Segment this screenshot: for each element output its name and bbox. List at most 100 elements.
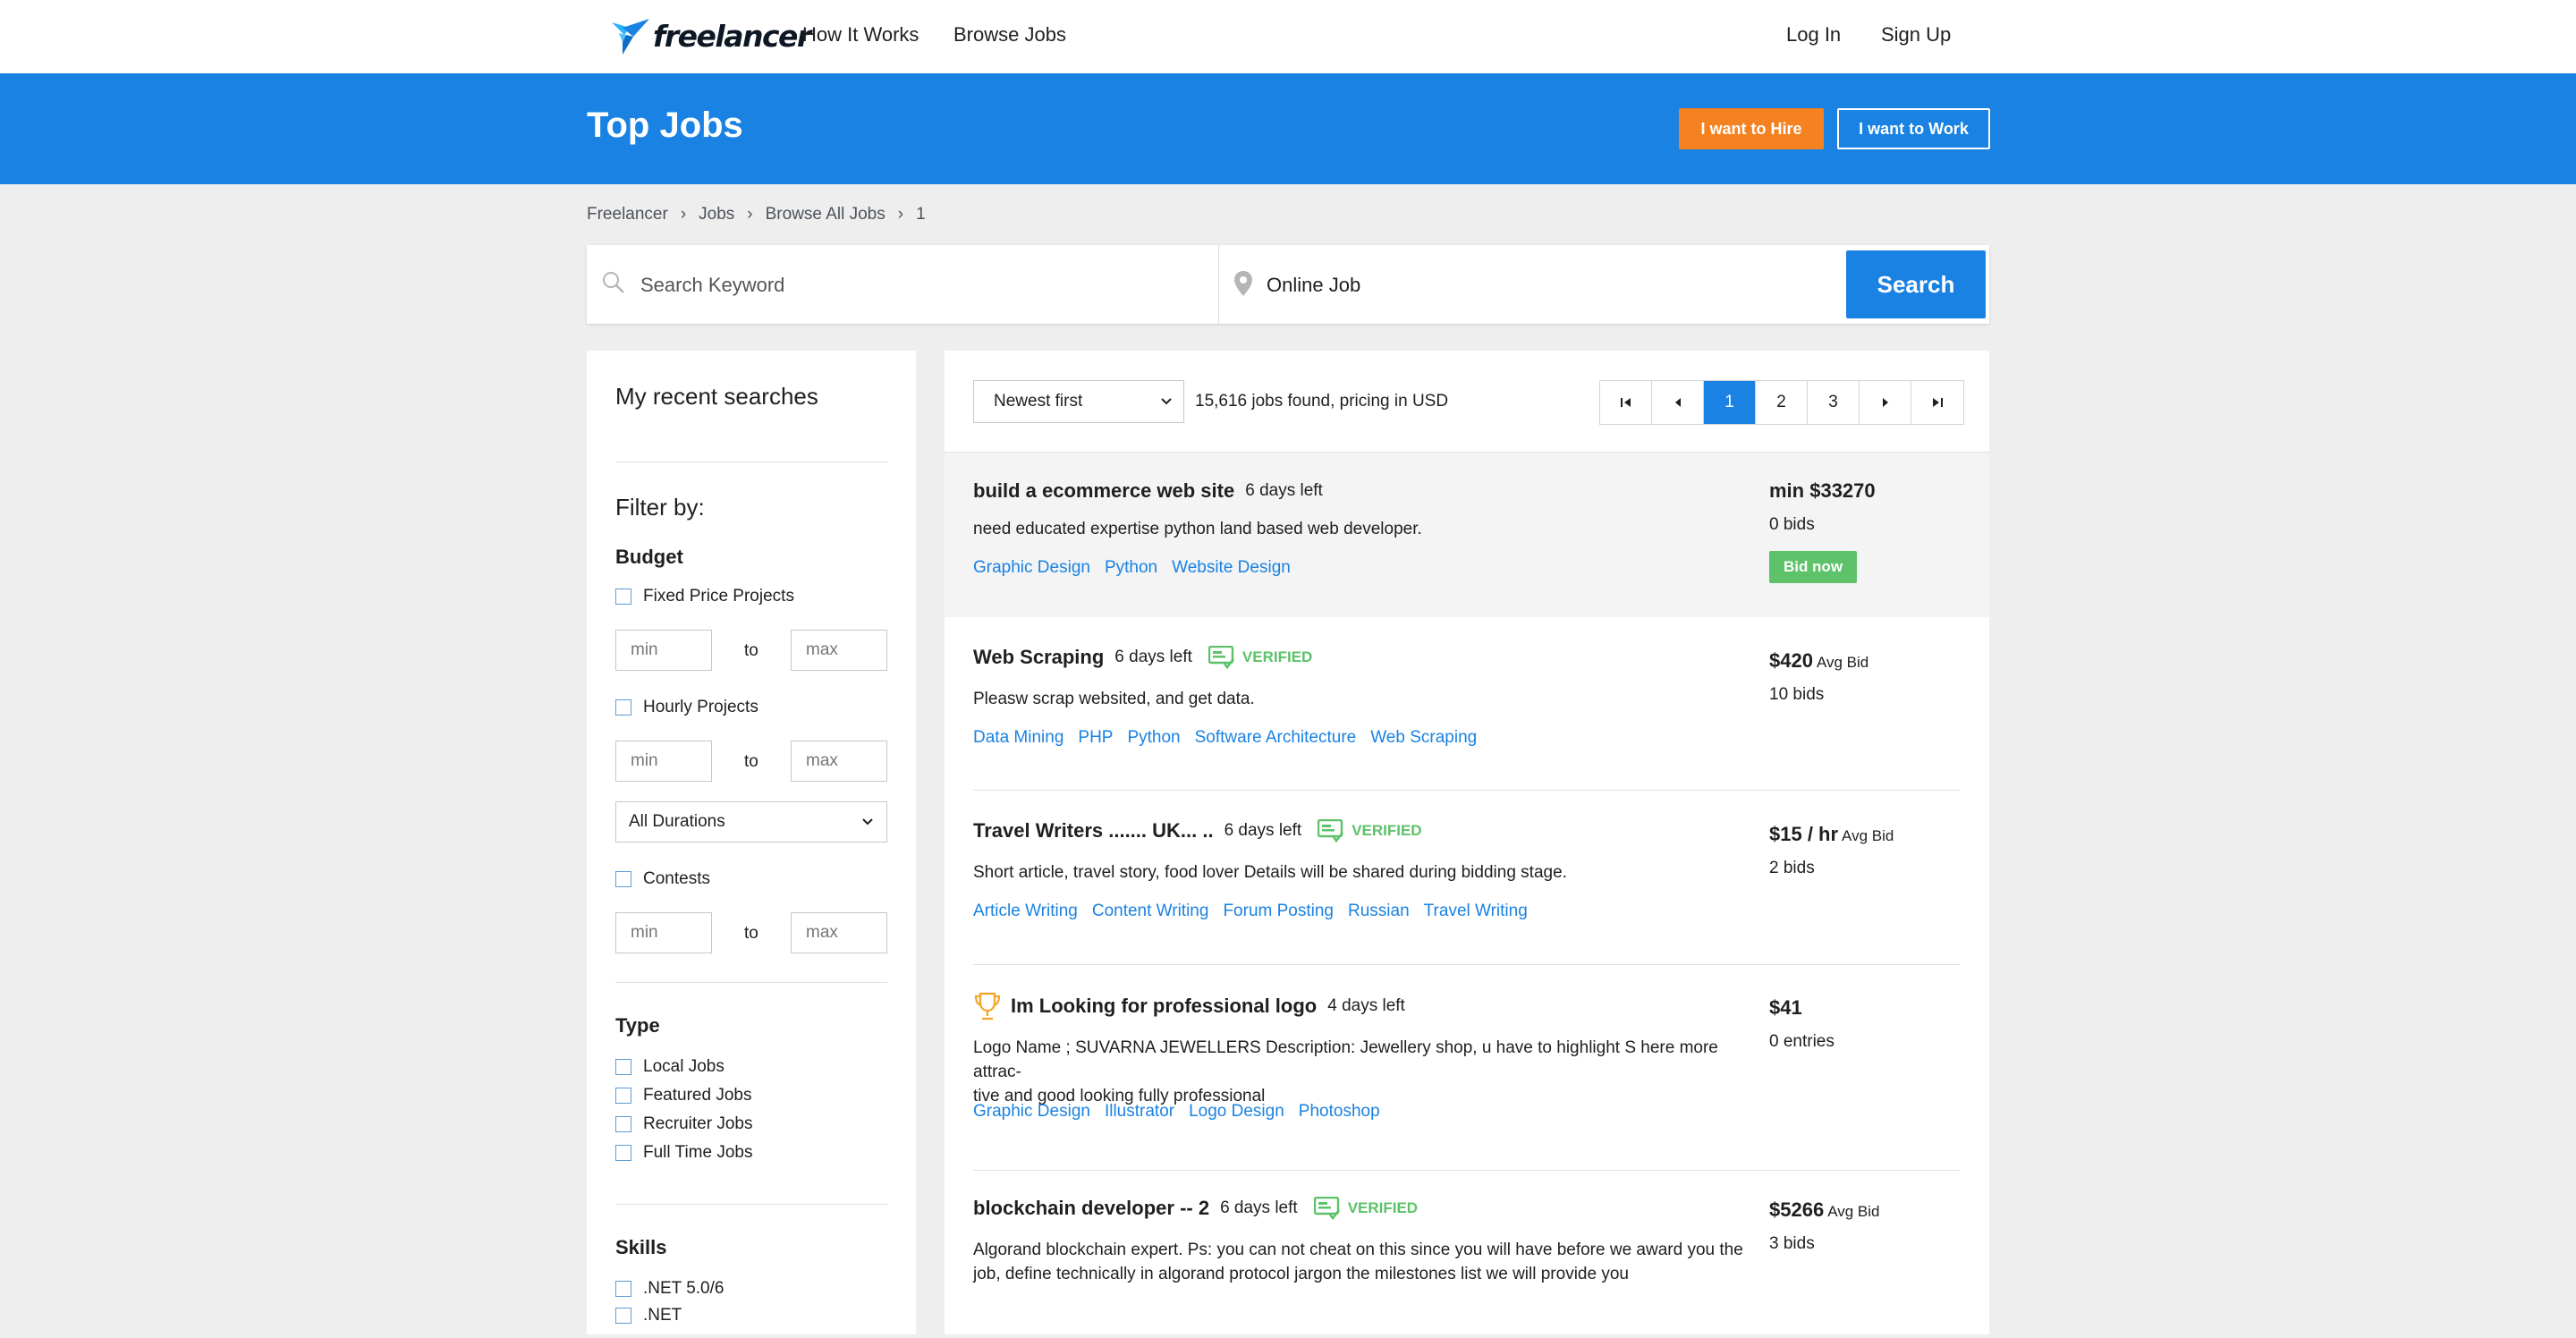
- job-card[interactable]: Travel Writers ....... UK... .. 6 days l…: [945, 798, 1989, 965]
- last-page-button[interactable]: [1911, 381, 1963, 424]
- fixed-min-input[interactable]: [615, 630, 712, 671]
- job-title-link[interactable]: build a ecommerce web site: [973, 479, 1234, 503]
- skill-dotnet-5-6[interactable]: .NET 5.0/6: [615, 1279, 724, 1299]
- verified-card-icon: [1313, 1197, 1340, 1220]
- checkbox-box[interactable]: [615, 1281, 631, 1297]
- job-tag[interactable]: Russian: [1348, 902, 1410, 921]
- duration-value: All Durations: [629, 812, 725, 831]
- keyword-search-input[interactable]: [639, 263, 1206, 308]
- job-tag[interactable]: Software Architecture: [1195, 728, 1357, 748]
- range-to-label: to: [744, 924, 758, 943]
- hourly-max-input[interactable]: [791, 741, 887, 782]
- job-tag[interactable]: Python: [1127, 728, 1180, 748]
- job-tag[interactable]: Photoshop: [1299, 1102, 1380, 1122]
- hire-button[interactable]: I want to Hire: [1679, 108, 1824, 149]
- checkbox-box[interactable]: [615, 1059, 631, 1075]
- nav-browse-jobs[interactable]: Browse Jobs: [953, 23, 1066, 47]
- fixed-price-checkbox[interactable]: Fixed Price Projects: [615, 587, 794, 606]
- job-tags: Data Mining PHP Python Software Architec…: [973, 728, 1477, 748]
- first-page-button[interactable]: [1600, 381, 1652, 424]
- job-tag[interactable]: Website Design: [1172, 558, 1291, 578]
- job-title-link[interactable]: Im Looking for professional logo: [1011, 995, 1317, 1018]
- nav-log-in[interactable]: Log In: [1786, 23, 1841, 47]
- divider: [973, 1170, 1961, 1171]
- job-title-link[interactable]: Travel Writers ....... UK... ..: [973, 819, 1214, 843]
- breadcrumb-freelancer[interactable]: Freelancer: [587, 205, 668, 224]
- checkbox-box[interactable]: [615, 1088, 631, 1104]
- job-tag[interactable]: Data Mining: [973, 728, 1063, 748]
- job-tag[interactable]: Graphic Design: [973, 558, 1090, 578]
- fixed-max-input[interactable]: [791, 630, 887, 671]
- job-price: $41: [1769, 996, 1802, 1019]
- checkbox-label: Hourly Projects: [643, 698, 758, 716]
- job-description: need educated expertise python land base…: [973, 520, 1422, 538]
- breadcrumb-current: 1: [916, 205, 926, 224]
- avg-bid-label: Avg Bid: [1842, 827, 1894, 844]
- nav-how-it-works[interactable]: How It Works: [802, 23, 919, 47]
- nav-sign-up[interactable]: Sign Up: [1881, 23, 1951, 47]
- checkbox-box[interactable]: [615, 871, 631, 887]
- job-price: $5266 Avg Bid: [1769, 1198, 1879, 1222]
- prev-page-button[interactable]: [1652, 381, 1704, 424]
- verified-card-icon: [1318, 819, 1344, 843]
- sort-select[interactable]: Newest first: [973, 380, 1184, 423]
- type-recruiter-jobs[interactable]: Recruiter Jobs: [615, 1114, 753, 1134]
- job-tag[interactable]: Python: [1105, 558, 1157, 578]
- duration-select[interactable]: All Durations: [615, 801, 887, 843]
- hourly-checkbox[interactable]: Hourly Projects: [615, 698, 758, 717]
- filter-sidebar: My recent searches Filter by: Budget Fix…: [587, 351, 916, 1334]
- job-tag[interactable]: Content Writing: [1092, 902, 1209, 921]
- checkbox-box[interactable]: [615, 1116, 631, 1132]
- job-card[interactable]: Web Scraping 6 days left VERIFIED Pleasw…: [945, 624, 1989, 791]
- checkbox-box[interactable]: [615, 1145, 631, 1161]
- checkbox-box[interactable]: [615, 1308, 631, 1324]
- freelancer-logo[interactable]: freelancer: [610, 13, 811, 59]
- job-price-value: $5266: [1769, 1198, 1825, 1221]
- contests-checkbox[interactable]: Contests: [615, 869, 710, 889]
- location-input[interactable]: [1265, 263, 1537, 308]
- job-card[interactable]: Im Looking for professional logo 4 days …: [945, 971, 1989, 1171]
- page-3-button[interactable]: 3: [1808, 381, 1860, 424]
- job-title-link[interactable]: Web Scraping: [973, 646, 1104, 669]
- type-full-time-jobs[interactable]: Full Time Jobs: [615, 1143, 752, 1163]
- top-nav: freelancer How It Works Browse Jobs Log …: [0, 0, 2576, 73]
- sort-value: Newest first: [994, 392, 1083, 411]
- job-title-link[interactable]: blockchain developer -- 2: [973, 1197, 1209, 1220]
- page-1-button[interactable]: 1: [1704, 381, 1756, 424]
- contests-min-input[interactable]: [615, 912, 712, 953]
- next-page-button[interactable]: [1860, 381, 1911, 424]
- verified-badge: VERIFIED: [1313, 1197, 1418, 1220]
- breadcrumb-separator: ›: [680, 205, 687, 224]
- type-local-jobs[interactable]: Local Jobs: [615, 1057, 724, 1077]
- work-button[interactable]: I want to Work: [1837, 108, 1990, 149]
- job-card[interactable]: blockchain developer -- 2 6 days left VE…: [945, 1177, 1989, 1338]
- divider: [615, 1204, 887, 1205]
- job-tag[interactable]: PHP: [1078, 728, 1113, 748]
- job-tags: Graphic Design Illustrator Logo Design P…: [973, 1102, 1380, 1122]
- contests-max-input[interactable]: [791, 912, 887, 953]
- job-tag[interactable]: Graphic Design: [973, 1102, 1090, 1122]
- job-tag[interactable]: Web Scraping: [1370, 728, 1477, 748]
- page-2-button[interactable]: 2: [1756, 381, 1808, 424]
- hourly-min-input[interactable]: [615, 741, 712, 782]
- checkbox-box[interactable]: [615, 699, 631, 716]
- search-button[interactable]: Search: [1846, 250, 1986, 318]
- job-card[interactable]: build a ecommerce web site 6 days left n…: [945, 453, 1989, 617]
- job-days-left: 6 days left: [1114, 648, 1192, 666]
- bid-now-button[interactable]: Bid now: [1769, 551, 1857, 583]
- breadcrumb-jobs[interactable]: Jobs: [699, 205, 734, 224]
- job-tag[interactable]: Logo Design: [1189, 1102, 1284, 1122]
- page-title: Top Jobs: [587, 106, 743, 145]
- type-featured-jobs[interactable]: Featured Jobs: [615, 1086, 751, 1105]
- breadcrumb-browse-all-jobs[interactable]: Browse All Jobs: [766, 205, 886, 224]
- checkbox-label: Local Jobs: [643, 1057, 724, 1076]
- bird-logo-icon: [612, 19, 649, 55]
- skill-dotnet[interactable]: .NET: [615, 1306, 682, 1325]
- job-tag[interactable]: Illustrator: [1105, 1102, 1174, 1122]
- job-tag[interactable]: Article Writing: [973, 902, 1078, 921]
- job-price: $15 / hr Avg Bid: [1769, 823, 1894, 846]
- job-tags: Graphic Design Python Website Design: [973, 558, 1291, 578]
- checkbox-box[interactable]: [615, 589, 631, 605]
- job-tag[interactable]: Travel Writing: [1424, 902, 1528, 921]
- job-tag[interactable]: Forum Posting: [1223, 902, 1334, 921]
